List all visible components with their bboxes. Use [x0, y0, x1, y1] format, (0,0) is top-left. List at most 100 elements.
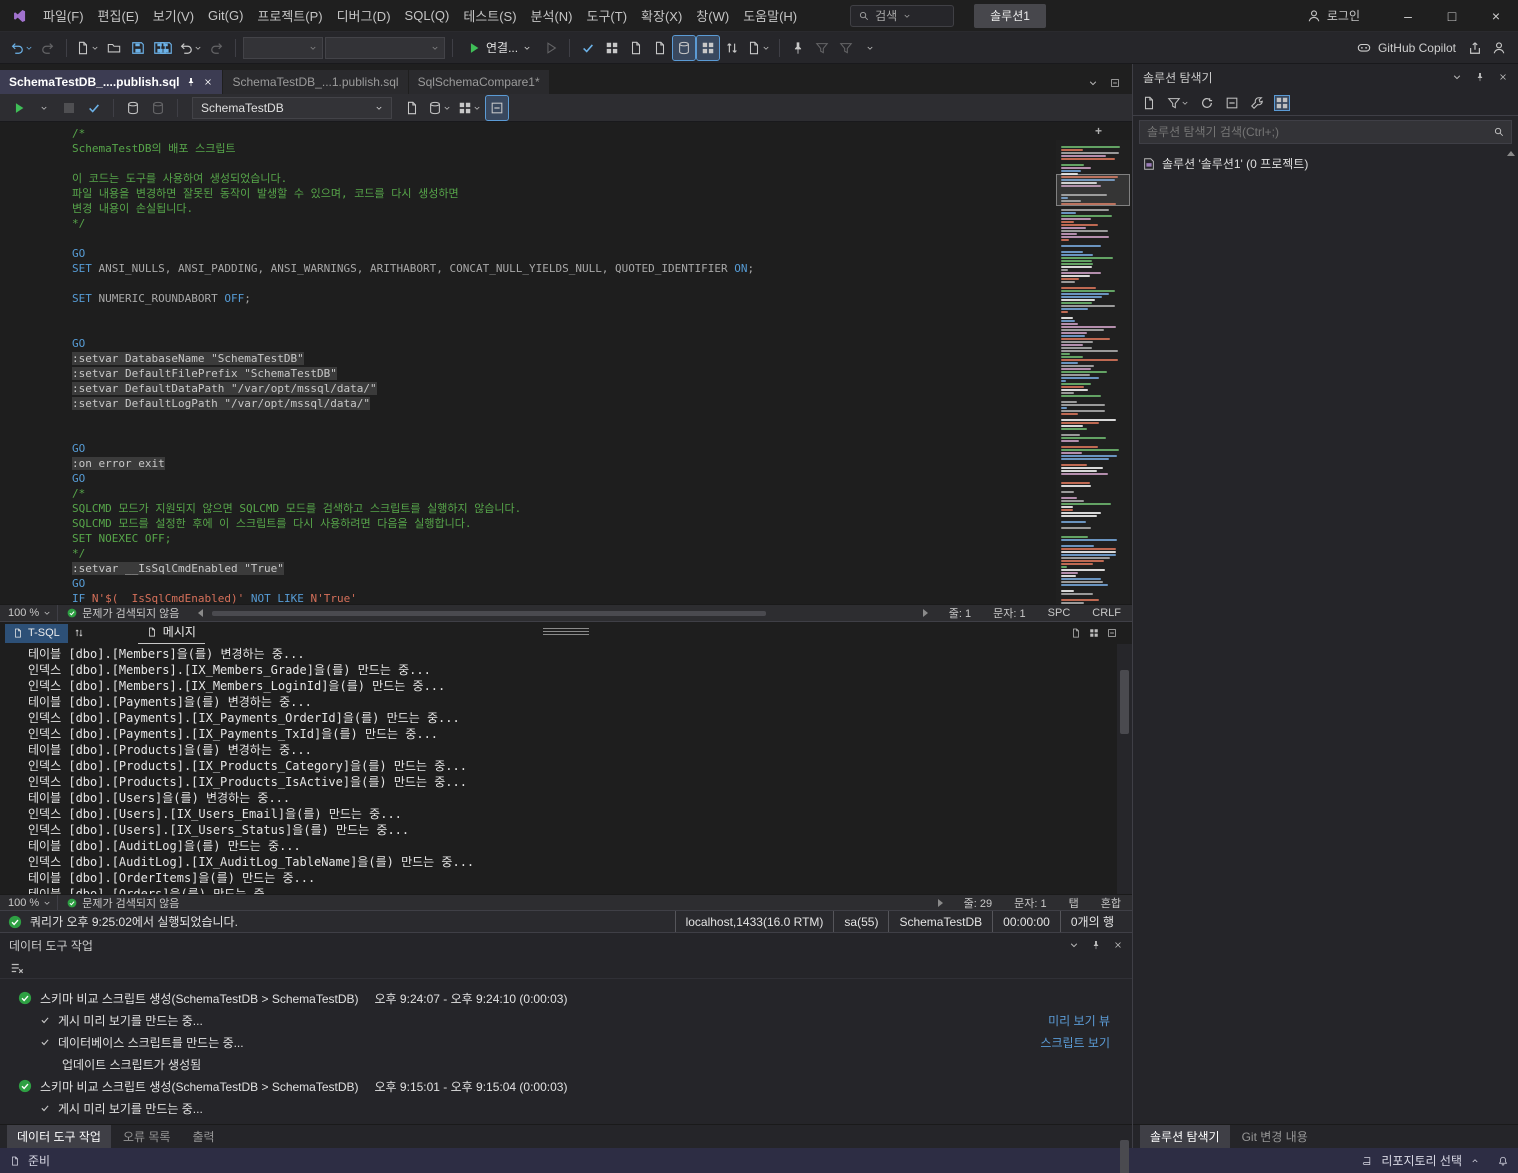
menu-item[interactable]: 보기(V) [146, 1, 201, 30]
filter-icon[interactable] [1167, 96, 1189, 110]
solution-tree[interactable]: 솔루션 '솔루션1' (0 프로젝트) [1133, 148, 1518, 1124]
tsql-tag[interactable]: T-SQL [5, 623, 68, 643]
close-icon[interactable] [1113, 940, 1123, 950]
start-without-debugging-button[interactable] [540, 36, 562, 60]
open-file-button[interactable] [103, 36, 125, 60]
bottom-panel-tab[interactable]: 데이터 도구 작업 [7, 1125, 111, 1148]
more-options-icon[interactable] [859, 36, 881, 60]
task-link[interactable]: 미리 보기 뷰 [1048, 1012, 1110, 1029]
indent-icon[interactable] [721, 36, 743, 60]
navigate-forward-button[interactable] [37, 36, 59, 60]
line-indicator[interactable]: 줄: 1 [938, 605, 982, 621]
global-search-box[interactable]: 검색 [850, 4, 955, 27]
bottom-panel-tab[interactable]: 출력 [182, 1125, 224, 1148]
whitespace-indicator[interactable]: 탭 [1058, 895, 1090, 911]
scrollbar-track[interactable] [192, 898, 932, 907]
save-button[interactable] [127, 36, 149, 60]
window-position-icon[interactable] [1069, 940, 1079, 950]
document-tab[interactable]: SchemaTestDB_....publish.sql [0, 70, 224, 94]
show-all-files-icon[interactable] [1274, 94, 1290, 111]
whitespace-indicator[interactable]: SPC [1037, 607, 1082, 619]
menu-item[interactable]: SQL(Q) [398, 3, 457, 28]
execute-query-button[interactable] [8, 96, 30, 120]
select-repository-button[interactable]: 리포지토리 선택 [1381, 1152, 1462, 1169]
scroll-right-icon[interactable] [918, 609, 934, 617]
scrollbar-thumb[interactable] [1120, 1140, 1129, 1173]
close-button[interactable]: × [1474, 0, 1518, 31]
task-link[interactable]: 스크립트 보기 [1040, 1034, 1110, 1051]
menu-item[interactable]: Git(G) [201, 3, 250, 28]
messages-tab[interactable]: 메시지 [137, 621, 205, 645]
next-bookmark-icon[interactable] [835, 36, 857, 60]
connect-run-button[interactable]: 연결... [460, 36, 538, 60]
collapse-all-icon[interactable] [1225, 96, 1239, 110]
close-icon[interactable] [1498, 72, 1508, 82]
results-options-icon[interactable] [1107, 628, 1117, 638]
scrollbar-thumb[interactable] [212, 610, 766, 616]
scrollbar-track[interactable] [208, 609, 917, 618]
configuration-combobox[interactable] [243, 36, 323, 59]
cancel-query-button[interactable] [58, 96, 80, 120]
new-project-button[interactable] [74, 36, 101, 60]
side-panel-tab[interactable]: 솔루션 탐색기 [1140, 1125, 1230, 1148]
solution-root-item[interactable]: 솔루션 '솔루션1' (0 프로젝트) [1133, 153, 1518, 174]
column-indicator[interactable]: 문자: 1 [1003, 895, 1057, 911]
window-options-icon[interactable] [1110, 78, 1120, 88]
menu-item[interactable]: 창(W) [689, 1, 736, 30]
save-all-button[interactable] [151, 36, 175, 60]
solution-name-badge[interactable]: 솔루션1 [974, 3, 1046, 28]
vertical-scrollbar[interactable] [1504, 148, 1518, 156]
menu-item[interactable]: 프로젝트(P) [250, 1, 329, 30]
results-to-grid-icon[interactable] [601, 36, 623, 60]
horizontal-scrollbar[interactable] [192, 605, 933, 621]
pin-icon[interactable] [1091, 940, 1101, 950]
solution-search-box[interactable] [1139, 120, 1512, 144]
tab-list-dropdown-icon[interactable] [1088, 78, 1098, 88]
side-panel-tab[interactable]: Git 변경 내용 [1232, 1125, 1318, 1148]
menu-item[interactable]: 분석(N) [524, 1, 580, 30]
window-position-icon[interactable] [1452, 72, 1462, 82]
sqlcmd-mode-button[interactable] [485, 94, 509, 121]
parse-query-button[interactable] [83, 96, 105, 120]
intellisense-toggle[interactable] [672, 34, 697, 61]
pin-icon[interactable] [1475, 72, 1485, 82]
tab-close-icon[interactable] [203, 77, 213, 87]
parse-query-icon[interactable] [577, 36, 599, 60]
vertical-scrollbar[interactable] [1117, 644, 1132, 894]
previous-bookmark-icon[interactable] [811, 36, 833, 60]
code-editor[interactable]: /* SchemaTestDB의 배포 스크립트 이 코드는 도구를 사용하여 생… [0, 122, 1132, 604]
github-copilot-button[interactable]: GitHub Copilot [1357, 41, 1456, 55]
results-grid-icon[interactable] [1089, 628, 1099, 638]
eol-indicator[interactable]: CRLF [1081, 607, 1132, 619]
menu-item[interactable]: 테스트(S) [456, 1, 523, 30]
execution-plan-button[interactable] [456, 96, 483, 120]
live-share-icon[interactable] [1488, 36, 1510, 60]
minimap[interactable] [1056, 140, 1130, 604]
execute-options-icon[interactable] [33, 96, 55, 120]
sort-icon[interactable] [74, 628, 84, 638]
document-tab[interactable]: SqlSchemaCompare1* [408, 70, 550, 94]
menu-item[interactable]: 디버그(D) [330, 1, 398, 30]
menu-item[interactable]: 파일(F) [36, 1, 91, 30]
maximize-button[interactable]: □ [1430, 0, 1474, 31]
spell-check-icon[interactable] [649, 36, 671, 60]
clear-list-icon[interactable] [10, 961, 24, 975]
scrollbar-thumb[interactable] [1120, 670, 1129, 734]
database-options-button[interactable] [426, 96, 453, 120]
problems-indicator[interactable]: 문제가 검색되지 않음 [58, 605, 188, 621]
comment-icon[interactable] [745, 36, 772, 60]
splitter-grip[interactable] [543, 631, 589, 632]
navigate-back-button[interactable] [8, 36, 35, 60]
zoom-control[interactable]: 100 % [0, 895, 59, 910]
connect-database-icon[interactable] [122, 96, 144, 120]
bottom-panel-tab[interactable]: 오류 목록 [113, 1125, 181, 1148]
menu-item[interactable]: 도구(T) [580, 1, 635, 30]
tab-pin-icon[interactable] [186, 77, 196, 87]
switch-views-icon[interactable] [1142, 96, 1156, 110]
export-results-icon[interactable] [625, 36, 647, 60]
scroll-left-icon[interactable] [192, 609, 208, 617]
column-indicator[interactable]: 문자: 1 [982, 605, 1036, 621]
minimap-viewport[interactable] [1056, 174, 1130, 206]
refresh-icon[interactable] [1200, 96, 1214, 110]
document-tab[interactable]: SchemaTestDB_...1.publish.sql [223, 70, 409, 94]
